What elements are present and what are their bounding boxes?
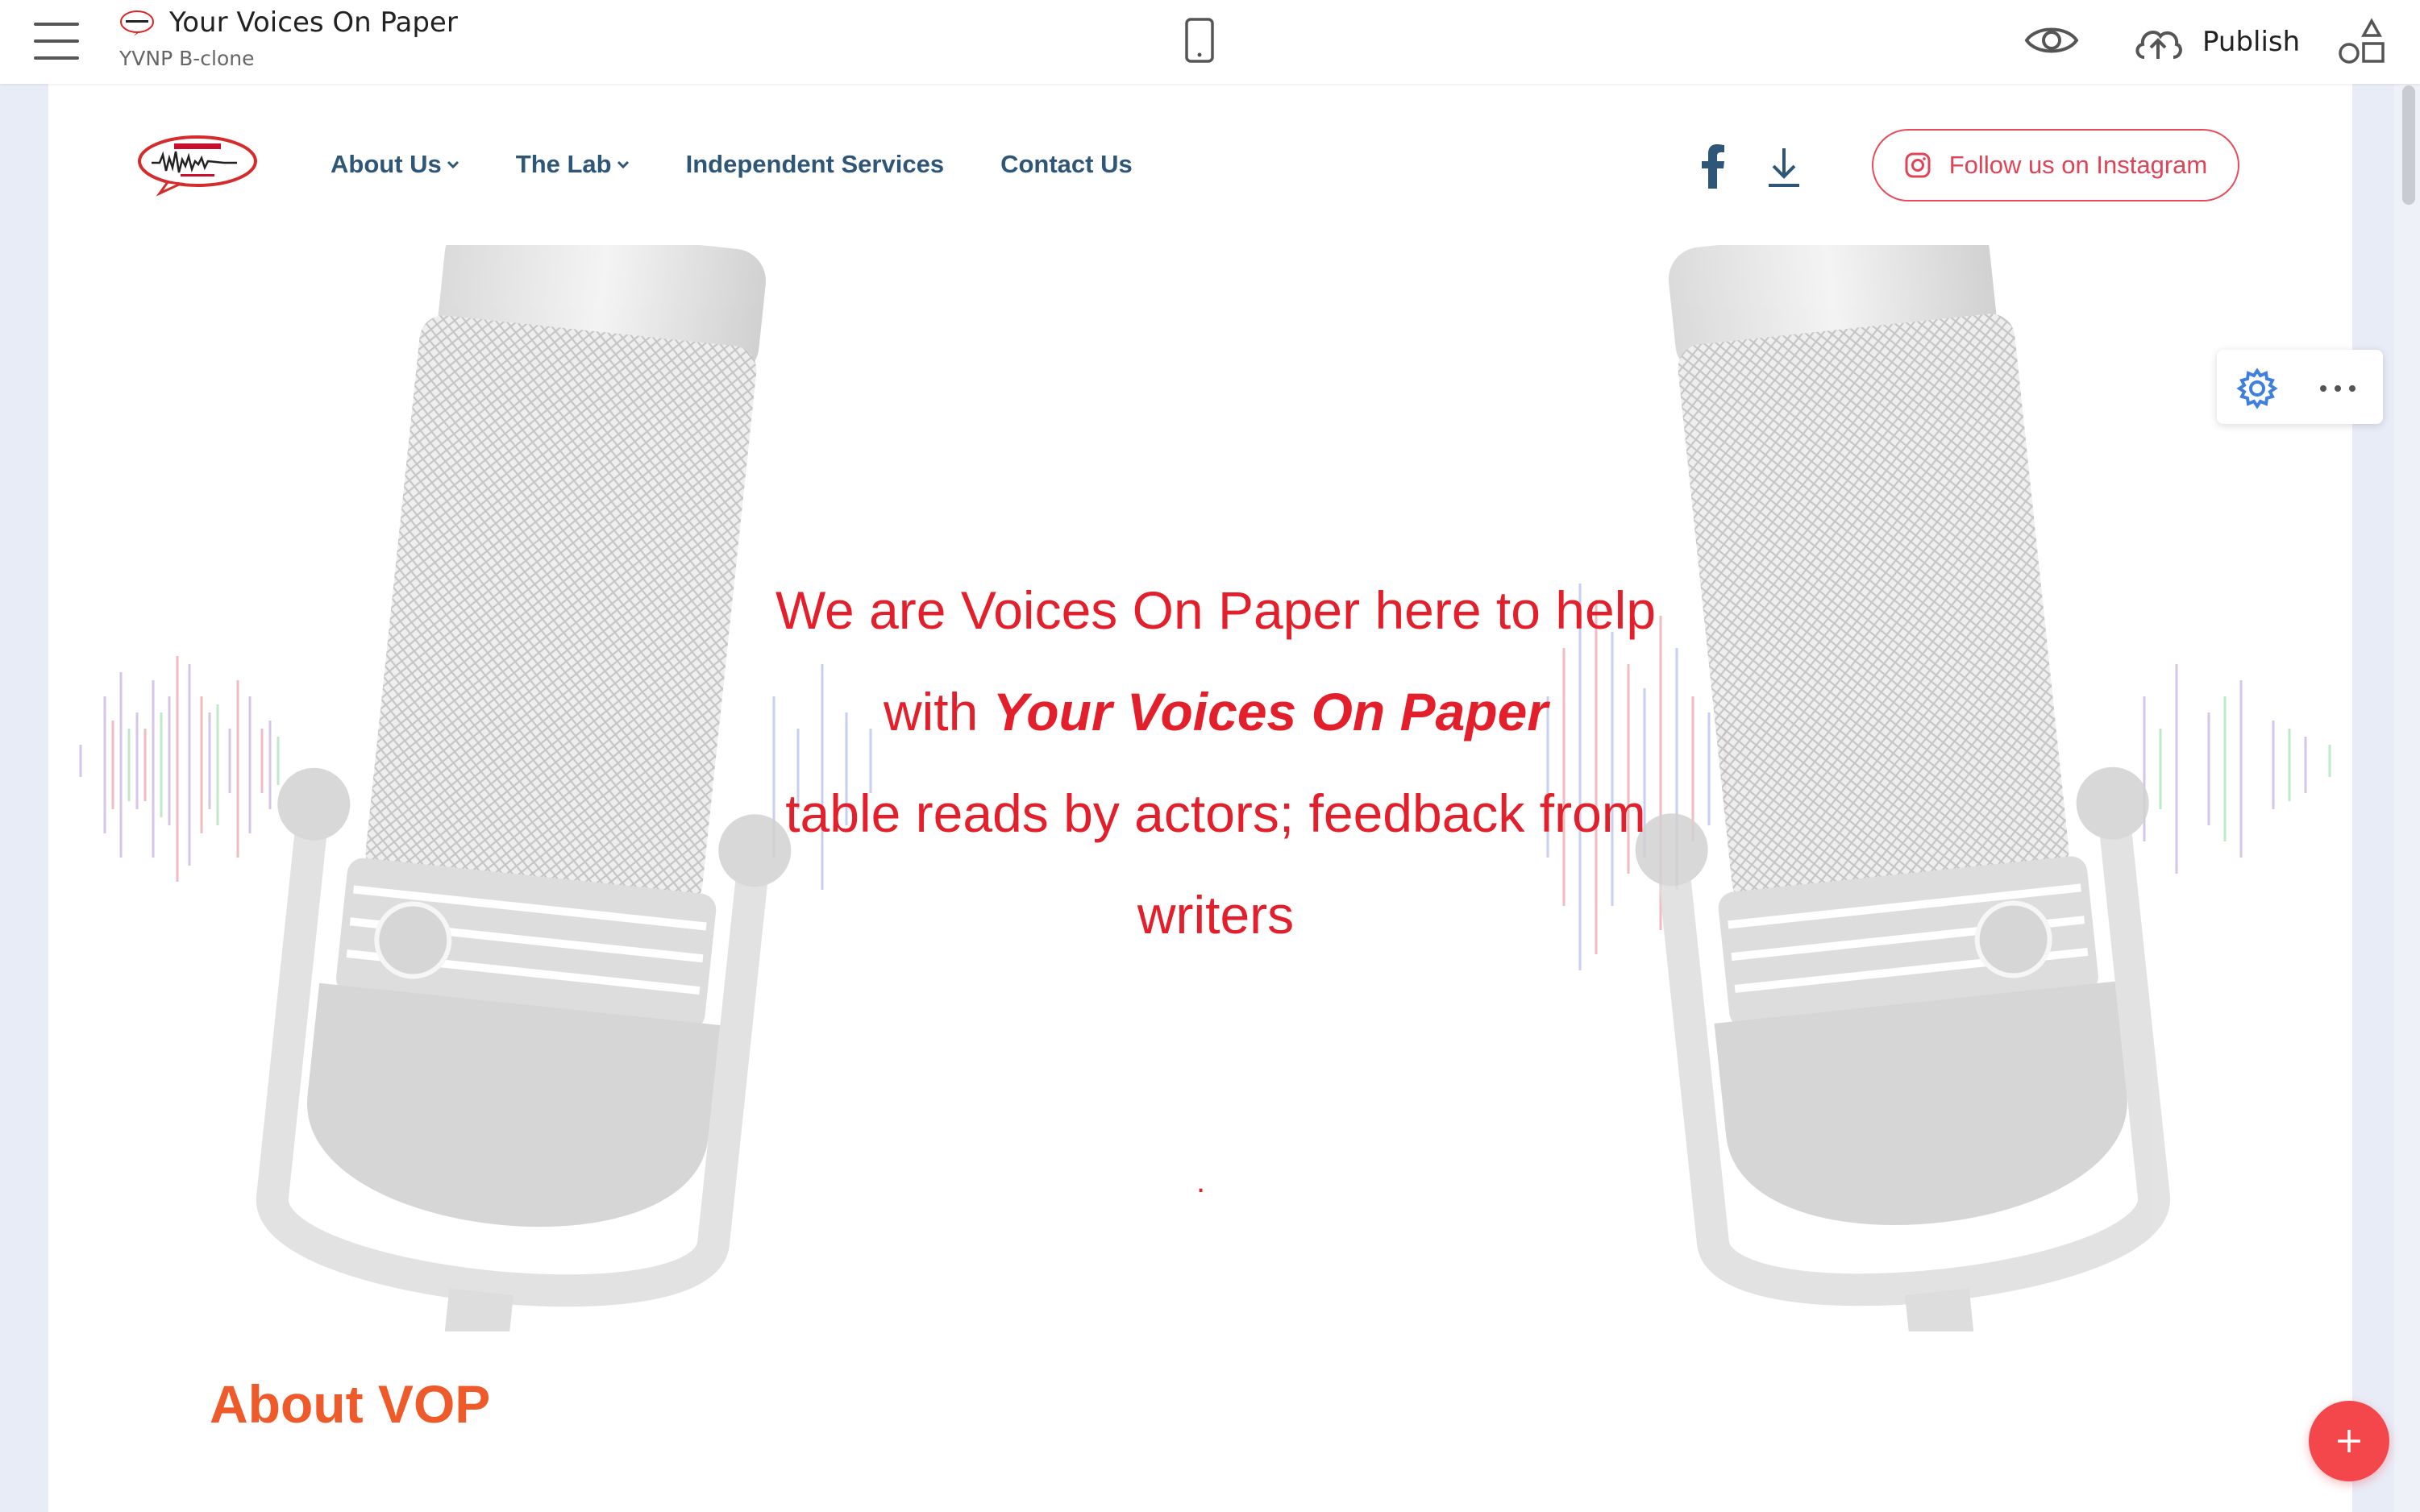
more-options-icon[interactable]: [2318, 384, 2357, 393]
hero-line-5: .: [1196, 1164, 1206, 1199]
nav-item-about-us[interactable]: About Us: [331, 150, 459, 179]
hero-section[interactable]: We are Voices On Paper here to help with…: [48, 245, 2352, 1331]
site-subtitle: YVNP B-clone: [119, 47, 255, 70]
hamburger-icon[interactable]: [34, 23, 79, 60]
nav-item-label: The Lab: [515, 150, 612, 178]
site-logo[interactable]: [135, 134, 260, 197]
nav-item-label: About Us: [331, 150, 442, 178]
site-canvas: About Us The Lab Independent Services Co…: [48, 84, 2352, 1512]
gear-icon[interactable]: [2235, 366, 2280, 411]
site-navbar: About Us The Lab Independent Services Co…: [48, 84, 2352, 245]
shapes-icon[interactable]: [2338, 18, 2389, 64]
nav-item-label: Independent Services: [685, 150, 945, 178]
chevron-down-icon: [447, 160, 459, 169]
add-block-button[interactable]: [2309, 1401, 2389, 1481]
nav-links: About Us The Lab Independent Services Co…: [331, 150, 1133, 179]
instagram-follow-label: Follow us on Instagram: [1948, 151, 2208, 179]
facebook-icon[interactable]: [1701, 143, 1725, 189]
nav-item-label: Contact Us: [1000, 150, 1133, 178]
publish-label: Publish: [2202, 26, 2301, 58]
instagram-follow-button[interactable]: Follow us on Instagram: [1872, 129, 2239, 201]
chevron-down-icon: [617, 160, 629, 169]
hero-text[interactable]: We are Voices On Paper here to help with…: [750, 559, 1682, 966]
cloud-upload-icon: [2135, 31, 2182, 59]
phone-icon[interactable]: [1183, 18, 1216, 63]
nav-item-independent-services[interactable]: Independent Services: [686, 150, 944, 179]
hero-line-1: We are Voices On Paper here to help: [775, 580, 1657, 640]
scrollbar-track[interactable]: [2394, 84, 2420, 1512]
hero-line-3: table reads by actors; feedback from: [785, 783, 1646, 843]
site-title[interactable]: Your Voices On Paper: [169, 6, 458, 39]
hero-line-2: with Your Voices On Paper: [750, 661, 1682, 762]
instagram-icon: [1905, 152, 1931, 178]
eye-icon[interactable]: [2023, 21, 2080, 60]
nav-item-contact-us[interactable]: Contact Us: [1000, 150, 1133, 179]
plus-icon: [2338, 1430, 2360, 1452]
hero-line-4: writers: [1137, 885, 1295, 945]
editor-toolbar: Your Voices On Paper YVNP B-clone Publis…: [0, 0, 2420, 84]
hero-line-2-emphasis: Your Voices On Paper: [992, 682, 1549, 741]
about-title[interactable]: About VOP: [210, 1373, 490, 1435]
publish-button[interactable]: Publish: [2131, 16, 2300, 68]
nav-item-the-lab[interactable]: The Lab: [516, 150, 630, 179]
hero-line-2-prefix: with: [883, 682, 993, 741]
scrollbar-thumb[interactable]: [2402, 85, 2415, 205]
download-icon[interactable]: [1765, 147, 1803, 189]
site-favicon-icon: [120, 10, 154, 36]
